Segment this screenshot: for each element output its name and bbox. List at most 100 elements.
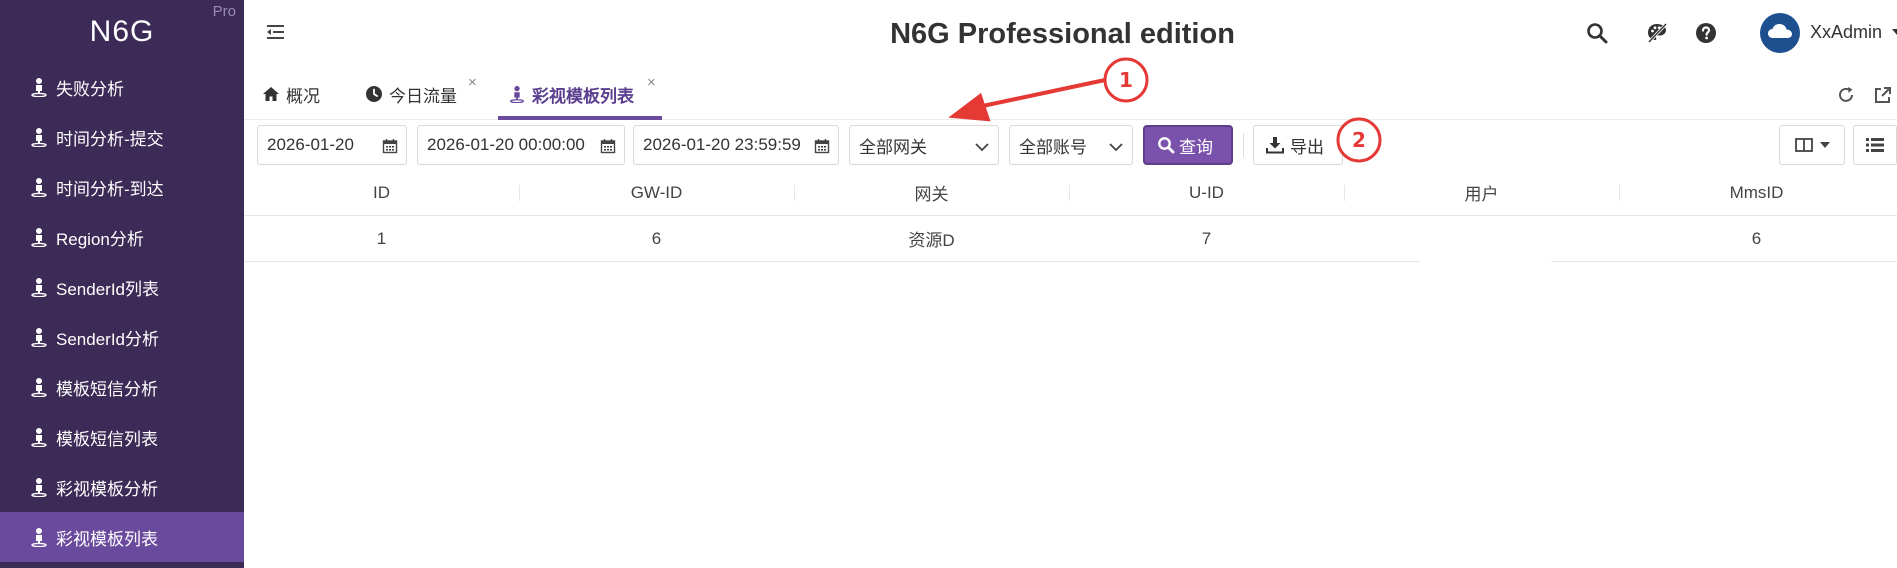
person-pin-icon xyxy=(30,177,48,197)
start-time-value: 2026-01-20 00:00:00 xyxy=(427,135,585,154)
cell-user xyxy=(1344,216,1619,263)
tab-bar: 概况 今日流量 × 彩视模板列表 × xyxy=(244,68,1897,120)
person-pin-icon xyxy=(508,85,526,103)
top-header: N6G Professional edition XxAdmin xyxy=(244,0,1897,68)
column-toggle-button[interactable] xyxy=(1779,125,1845,165)
list-view-button[interactable] xyxy=(1853,125,1897,165)
user-name[interactable]: XxAdmin xyxy=(1810,22,1882,43)
list-icon xyxy=(1865,137,1885,153)
data-table: ID GW-ID 网关 U-ID 用户 MmsID 1 6 资源D 7 6 xyxy=(244,170,1897,263)
sidebar-item-mms-template-analysis[interactable]: 彩视模板分析 xyxy=(0,462,244,512)
user-avatar[interactable] xyxy=(1760,13,1800,53)
sidebar-item-label: 失败分析 xyxy=(56,79,124,99)
start-time-picker[interactable]: 2026-01-20 00:00:00 xyxy=(417,125,625,165)
chevron-down-icon xyxy=(974,139,990,153)
help-icon[interactable] xyxy=(1693,20,1719,46)
cell-u-id: 7 xyxy=(1201,228,1212,248)
calendar-icon xyxy=(382,138,398,154)
brand: N6G Pro xyxy=(0,0,244,62)
query-button-label: 查询 xyxy=(1179,137,1213,157)
sidebar-item-label: 彩视模板列表 xyxy=(56,529,158,549)
sidebar-item-mms-template-list[interactable]: 彩视模板列表 xyxy=(0,512,244,562)
sidebar-item-label: 彩视模板分析 xyxy=(56,479,158,499)
date-picker[interactable]: 2026-01-20 xyxy=(257,125,407,165)
calendar-icon xyxy=(814,138,830,154)
sidebar-item-label: Region分析 xyxy=(56,229,144,249)
tab-overview[interactable]: 概况 xyxy=(262,68,320,120)
gateway-select-value: 全部网关 xyxy=(859,137,927,157)
sidebar-item-senderid-list[interactable]: SenderId列表 xyxy=(0,262,244,312)
tab-label: 概况 xyxy=(286,86,320,106)
table-row[interactable]: 1 6 资源D 7 6 xyxy=(244,216,1897,263)
person-pin-icon xyxy=(30,327,48,347)
caret-down-icon[interactable] xyxy=(1892,29,1897,35)
cell-gateway: 资源D xyxy=(908,231,955,250)
palette-icon[interactable] xyxy=(1644,20,1670,46)
home-icon xyxy=(262,85,280,103)
tab-label: 今日流量 xyxy=(389,86,457,106)
external-link-icon[interactable] xyxy=(1872,84,1894,106)
person-pin-icon xyxy=(30,527,48,547)
person-pin-icon xyxy=(30,127,48,147)
person-pin-icon xyxy=(30,227,48,247)
person-pin-icon xyxy=(30,477,48,497)
clock-icon xyxy=(365,85,383,103)
tab-mms-template-list[interactable]: 彩视模板列表 xyxy=(508,68,634,120)
export-button-label: 导出 xyxy=(1290,137,1324,157)
end-time-picker[interactable]: 2026-01-20 23:59:59 xyxy=(633,125,839,165)
tab-today-traffic[interactable]: 今日流量 xyxy=(365,68,457,120)
tab-label: 彩视模板列表 xyxy=(532,86,634,106)
sidebar-item-label: 时间分析-提交 xyxy=(56,129,164,149)
edition-badge: Pro xyxy=(212,3,236,20)
column-header-gw-id[interactable]: GW-ID xyxy=(519,170,794,215)
cell-id: 1 xyxy=(376,228,387,248)
sidebar-item-region-analysis[interactable]: Region分析 xyxy=(0,212,244,262)
sidebar-item-label: 模板短信分析 xyxy=(56,379,158,399)
sidebar-item-senderid-analysis[interactable]: SenderId分析 xyxy=(0,312,244,362)
sidebar-item-label: 时间分析-到达 xyxy=(56,179,164,199)
brand-name[interactable]: N6G xyxy=(0,0,244,64)
cloud-icon xyxy=(1766,21,1794,46)
column-header-mms-id[interactable]: MmsID xyxy=(1619,170,1894,215)
calendar-icon xyxy=(600,138,616,154)
filter-toolbar: 2026-01-20 2026-01-20 00:00:00 2026-01-2… xyxy=(244,120,1897,170)
date-value: 2026-01-20 xyxy=(267,135,354,154)
refresh-icon[interactable] xyxy=(1835,84,1857,106)
account-select[interactable]: 全部账号 xyxy=(1009,125,1133,165)
end-time-value: 2026-01-20 23:59:59 xyxy=(643,135,801,154)
tab-close-icon[interactable]: × xyxy=(647,74,656,91)
search-icon xyxy=(1157,136,1175,154)
sidebar-item-failure-analysis[interactable]: 失败分析 xyxy=(0,62,244,112)
person-pin-icon xyxy=(30,377,48,397)
caret-down-icon xyxy=(1819,142,1830,148)
app-window: N6G Pro 失败分析 时间分析-提交 时间分析-到达 Region分析 Se… xyxy=(0,0,1897,568)
sidebar-item-template-sms-analysis[interactable]: 模板短信分析 xyxy=(0,362,244,412)
person-pin-icon xyxy=(30,277,48,297)
sidebar: N6G Pro 失败分析 时间分析-提交 时间分析-到达 Region分析 Se… xyxy=(0,0,244,568)
sidebar-item-label: SenderId列表 xyxy=(56,279,159,299)
sidebar-menu: 失败分析 时间分析-提交 时间分析-到达 Region分析 SenderId列表… xyxy=(0,62,244,562)
gateway-select[interactable]: 全部网关 xyxy=(849,125,999,165)
toolbar-divider xyxy=(1243,133,1244,157)
query-button[interactable]: 查询 xyxy=(1143,125,1233,165)
chevron-down-icon xyxy=(1108,139,1124,153)
table-header: ID GW-ID 网关 U-ID 用户 MmsID xyxy=(244,170,1897,216)
cell-mms-id: 6 xyxy=(1751,228,1762,248)
sidebar-item-label: 模板短信列表 xyxy=(56,429,158,449)
export-button[interactable]: 导出 xyxy=(1253,125,1343,165)
account-select-value: 全部账号 xyxy=(1019,137,1087,157)
column-header-user[interactable]: 用户 xyxy=(1344,170,1619,215)
column-header-u-id[interactable]: U-ID xyxy=(1069,170,1344,215)
column-header-id[interactable]: ID xyxy=(244,170,519,215)
sidebar-item-label: SenderId分析 xyxy=(56,329,159,349)
person-pin-icon xyxy=(30,77,48,97)
cell-gw-id: 6 xyxy=(651,228,662,248)
tab-close-icon[interactable]: × xyxy=(468,74,477,91)
sidebar-item-time-submit[interactable]: 时间分析-提交 xyxy=(0,112,244,162)
search-icon[interactable] xyxy=(1584,20,1610,46)
person-pin-icon xyxy=(30,427,48,447)
sidebar-item-template-sms-list[interactable]: 模板短信列表 xyxy=(0,412,244,462)
column-header-gateway[interactable]: 网关 xyxy=(794,170,1069,215)
columns-icon xyxy=(1794,137,1813,153)
sidebar-item-time-arrive[interactable]: 时间分析-到达 xyxy=(0,162,244,212)
